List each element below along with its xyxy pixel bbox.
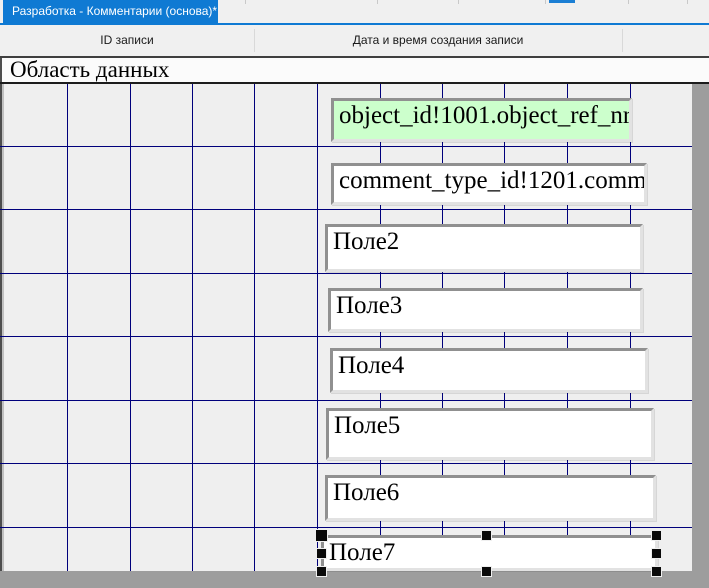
form-design-view: Разработка - Комментарии (основа)* ID за… [0, 0, 709, 588]
ribbon-remnant-tick [458, 0, 459, 4]
textbox-comment-type[interactable]: comment_type_id!1201.comment [331, 163, 647, 205]
selection-handle-move[interactable] [316, 530, 327, 541]
header-label-record-id[interactable]: ID записи [0, 25, 254, 56]
header-label-created-datetime-text: Дата и время создания записи [353, 33, 524, 47]
section-header-detail[interactable]: Область данных [0, 58, 709, 82]
header-label-created-datetime[interactable]: Дата и время создания записи [254, 25, 622, 56]
header-separator [622, 29, 623, 52]
design-work-area: object_id!1001.object_ref_nr comment_type… [0, 84, 709, 588]
grid-line-vertical [317, 84, 318, 571]
selection-handle-right[interactable] [652, 549, 661, 558]
grid-line-horizontal [0, 527, 692, 528]
grid-line-horizontal [0, 400, 692, 401]
textbox-pole3[interactable]: Поле3 [328, 288, 643, 332]
grid-line-vertical [254, 84, 255, 571]
section-header-title: Область данных [10, 57, 169, 82]
selection-handle-bottom-right[interactable] [652, 567, 661, 576]
textbox-pole2[interactable]: Поле2 [325, 224, 643, 272]
form-grid-surface[interactable]: object_id!1001.object_ref_nr comment_type… [0, 84, 692, 571]
document-tab[interactable]: Разработка - Комментарии (основа)* [3, 0, 218, 23]
form-header-section: ID записи Дата и время создания записи [0, 25, 709, 56]
ribbon-remnant-tick [377, 0, 378, 4]
selection-handle-bottom-left[interactable] [317, 567, 326, 576]
surface-left-edge [0, 84, 4, 571]
ribbon-remnant-tick [545, 0, 546, 4]
textbox-pole5[interactable]: Поле5 [326, 408, 654, 460]
selection-handle-top-right[interactable] [652, 531, 661, 540]
ribbon-active-tab-underline [549, 0, 575, 3]
grid-line-vertical [67, 84, 68, 571]
grid-line-horizontal [0, 273, 692, 274]
selection-handle-top[interactable] [482, 531, 491, 540]
selection-handle-left[interactable] [317, 549, 326, 558]
grid-line-vertical [192, 84, 193, 571]
grid-line-horizontal [0, 463, 692, 464]
ribbon-remnant-tick [687, 0, 688, 4]
ribbon-remnant-tick [628, 0, 629, 4]
textbox-object-ref[interactable]: object_id!1001.object_ref_nr [331, 98, 632, 142]
grid-line-horizontal [0, 209, 692, 210]
textbox-pole6[interactable]: Поле6 [325, 475, 656, 521]
ribbon-remnant-tick [245, 0, 246, 4]
grid-line-horizontal [0, 146, 692, 147]
header-label-record-id-text: ID записи [100, 33, 153, 47]
textbox-pole4[interactable]: Поле4 [330, 348, 648, 393]
selection-handle-bottom[interactable] [482, 567, 491, 576]
grid-line-vertical [130, 84, 131, 571]
grid-line-horizontal [0, 336, 692, 337]
document-tab-bar: Разработка - Комментарии (основа)* [0, 0, 709, 25]
document-tab-title: Разработка - Комментарии (основа)* [12, 4, 217, 18]
